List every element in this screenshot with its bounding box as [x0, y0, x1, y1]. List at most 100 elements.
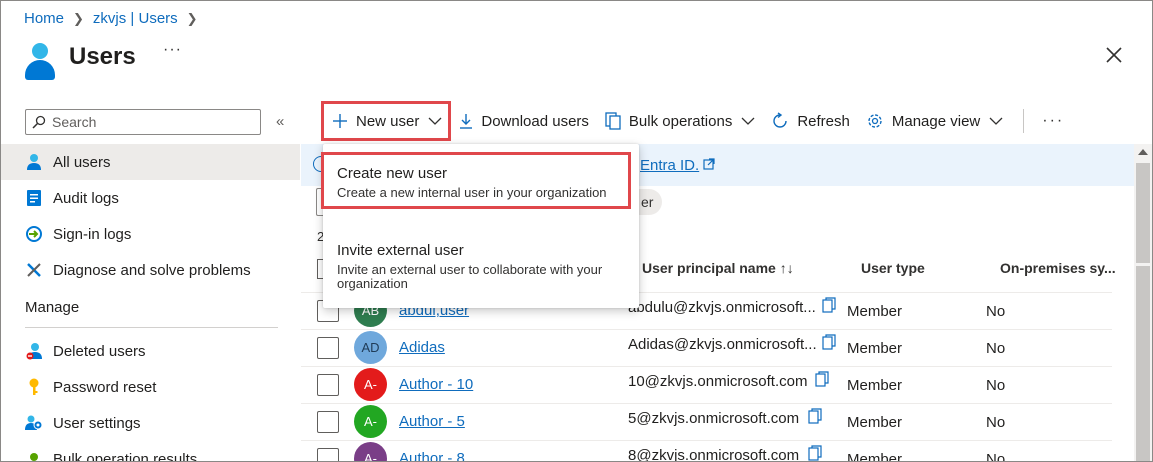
sidebar-item-audit-logs[interactable]: Audit logs: [1, 180, 300, 216]
more-options-icon[interactable]: ···: [163, 41, 182, 59]
copy-icon[interactable]: [808, 408, 822, 424]
refresh-icon: [773, 112, 788, 128]
chevron-down-icon: [741, 117, 755, 125]
table-row[interactable]: A- Author - 5 5@zkvjs.onmicrosoft.com Me…: [301, 404, 1112, 441]
user-type: Member: [847, 303, 903, 320]
user-name-link[interactable]: Author - 10: [399, 376, 473, 393]
download-icon: [460, 114, 473, 129]
search-icon: [32, 115, 46, 129]
sidebar-item-sign-in-logs[interactable]: Sign-in logs: [1, 216, 300, 252]
gear-icon: [868, 114, 882, 128]
page-header: Users: [23, 41, 136, 81]
sidebar-item-deleted-users[interactable]: Deleted users: [1, 333, 300, 369]
row-checkbox[interactable]: [317, 374, 339, 396]
user-type: Member: [847, 340, 903, 357]
sidebar-item-all-users[interactable]: All users: [1, 144, 300, 180]
create-new-user-title: Create new user: [337, 165, 448, 182]
table-row[interactable]: A- Author - 8 8@zkvjs.onmicrosoft.com Me…: [301, 441, 1112, 462]
download-users-label: Download users: [481, 112, 589, 130]
breadcrumb: Home ❯ zkvjs | Users ❯: [24, 10, 207, 27]
search-input[interactable]: [52, 114, 252, 130]
column-header-upn[interactable]: User principal name ↑↓: [642, 260, 794, 276]
user-name-link[interactable]: Author - 8: [399, 450, 465, 461]
scroll-up-icon[interactable]: [1138, 149, 1148, 155]
sidebar-item-label: Password reset: [53, 378, 157, 396]
wrench-icon: [25, 261, 43, 279]
audit-log-icon: [25, 189, 43, 207]
chevron-right-icon: ❯: [73, 10, 84, 26]
search-box: [25, 109, 261, 135]
on-premises-sync: No: [986, 414, 1006, 431]
menu-item-invite-external-user[interactable]: Invite external user Invite an external …: [323, 242, 639, 291]
create-new-user-description: Create a new internal user in your organ…: [337, 185, 607, 200]
scrollbar-segment: [1136, 163, 1150, 263]
copy-icon[interactable]: [808, 445, 822, 461]
user-name-link[interactable]: Author - 5: [399, 413, 465, 430]
table-row[interactable]: AD Adidas Adidas@zkvjs.onmicrosoft... Me…: [301, 330, 1112, 367]
chevron-down-icon: [989, 117, 1003, 125]
user-principal-name: 5@zkvjs.onmicrosoft.com: [628, 410, 800, 427]
column-header-onprem[interactable]: On-premises sy...: [1000, 260, 1116, 276]
new-user-button[interactable]: New user: [321, 101, 452, 141]
refresh-button[interactable]: Refresh: [763, 101, 858, 141]
sidebar-item-label: Diagnose and solve problems: [53, 261, 251, 279]
more-commands-icon[interactable]: ···: [1042, 112, 1064, 130]
breadcrumb-home[interactable]: Home: [24, 10, 64, 27]
download-users-button[interactable]: Download users: [451, 101, 597, 141]
sidebar-item-label: Audit logs: [53, 189, 119, 207]
sidebar-item-label: All users: [53, 153, 111, 171]
command-bar: New user Download users Bulk operations …: [321, 101, 1064, 141]
copy-icon[interactable]: [815, 371, 829, 387]
table-row[interactable]: A- Author - 10 10@zkvjs.onmicrosoft.com …: [301, 367, 1112, 404]
user-settings-icon: [25, 414, 43, 432]
bulk-operations-label: Bulk operations: [628, 112, 733, 130]
toolbar-divider: [1023, 109, 1025, 133]
avatar: AD: [354, 331, 387, 364]
user-name-link[interactable]: Adidas: [399, 339, 445, 356]
menu-item-create-new-user[interactable]: Create new user Create a new internal us…: [321, 152, 631, 209]
avatar: A-: [354, 405, 387, 438]
key-icon: [25, 378, 43, 396]
bulk-operations-icon: [605, 112, 621, 130]
user-principal-name: abdulu@zkvjs.onmicrosoft...: [628, 299, 816, 316]
scrollbar-thumb[interactable]: [1136, 266, 1150, 461]
bulk-results-icon: [25, 450, 43, 461]
row-checkbox[interactable]: [317, 337, 339, 359]
sidebar-item-label: User settings: [53, 414, 141, 432]
close-icon[interactable]: [1104, 45, 1124, 65]
on-premises-sync: No: [986, 340, 1006, 357]
user-type: Member: [847, 451, 903, 462]
row-checkbox[interactable]: [317, 411, 339, 433]
copy-icon[interactable]: [822, 334, 836, 350]
collapse-sidebar-icon[interactable]: «: [276, 113, 284, 130]
user-type: Member: [847, 377, 903, 394]
deleted-user-icon: [25, 342, 43, 360]
user-principal-name: 10@zkvjs.onmicrosoft.com: [628, 373, 808, 390]
row-checkbox[interactable]: [317, 448, 339, 461]
bulk-operations-button[interactable]: Bulk operations: [597, 101, 763, 141]
avatar: A-: [354, 368, 387, 401]
on-premises-sync: No: [986, 451, 1006, 462]
sidebar-item-label: Bulk operation results: [53, 450, 198, 462]
column-header-user-type[interactable]: User type: [861, 260, 925, 276]
sidebar-item-bulk-results[interactable]: Bulk operation results: [1, 441, 300, 462]
invite-external-user-title: Invite external user: [337, 242, 464, 259]
sidebar-item-diagnose[interactable]: Diagnose and solve problems: [1, 252, 300, 288]
sidebar-nav: All users Audit logs Sign-in logs Diagno…: [1, 144, 300, 462]
entra-id-link[interactable]: Entra ID.: [640, 157, 699, 174]
breadcrumb-tenant[interactable]: zkvjs | Users: [93, 10, 178, 27]
manage-view-button[interactable]: Manage view: [858, 101, 1011, 141]
on-premises-sync: No: [986, 377, 1006, 394]
avatar: A-: [354, 442, 387, 461]
sidebar-item-user-settings[interactable]: User settings: [1, 405, 300, 441]
sidebar-item-password-reset[interactable]: Password reset: [1, 369, 300, 405]
user-icon: [25, 153, 43, 171]
copy-icon[interactable]: [822, 297, 836, 313]
users-blade: Home ❯ zkvjs | Users ❯ Users ··· « All u…: [0, 0, 1153, 462]
sign-in-icon: [25, 225, 43, 243]
user-type: Member: [847, 414, 903, 431]
on-premises-sync: No: [986, 303, 1006, 320]
plus-icon: [333, 114, 347, 128]
external-link-icon: [703, 158, 715, 170]
users-icon: [23, 41, 57, 81]
